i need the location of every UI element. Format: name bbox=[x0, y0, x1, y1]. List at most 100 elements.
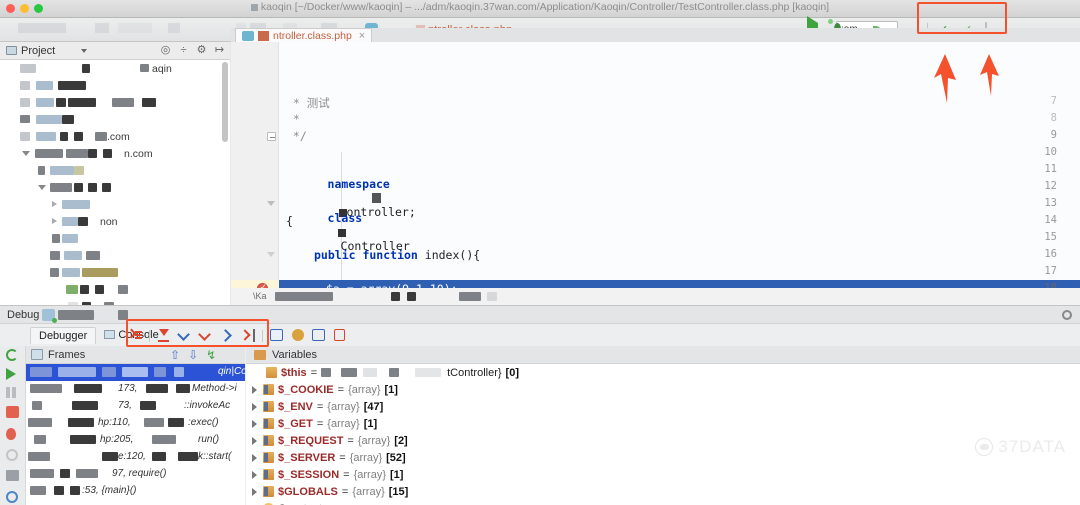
variable-row[interactable]: $this = tController} [0] bbox=[246, 364, 1080, 381]
step-over-icon[interactable] bbox=[157, 329, 171, 342]
locate-icon[interactable]: ◎ bbox=[160, 45, 171, 56]
frame-row[interactable]: :53, {main}() bbox=[26, 483, 245, 500]
editor-status-strip: \Ka bbox=[231, 288, 1080, 305]
tree-item[interactable] bbox=[0, 196, 230, 213]
variable-row[interactable]: c Constants bbox=[246, 500, 1080, 505]
variable-row[interactable]: $_SESSION = {array} [1] bbox=[246, 466, 1080, 483]
settings-gear-icon[interactable] bbox=[1062, 310, 1072, 320]
restore-layout-icon[interactable] bbox=[6, 470, 21, 484]
ide-window: kaoqin [~/Docker/www/kaoqin] – .../adm/k… bbox=[0, 0, 1080, 505]
variable-row[interactable]: $_ENV = {array} [47] bbox=[246, 398, 1080, 415]
tree-item[interactable] bbox=[0, 264, 230, 281]
project-icon bbox=[251, 4, 258, 11]
frame-row[interactable]: hp:110, :exec() bbox=[26, 415, 245, 432]
fold-collapse-icon[interactable] bbox=[267, 132, 276, 141]
variable-row[interactable]: $_COOKIE = {array} [1] bbox=[246, 381, 1080, 398]
expand-arrow-icon[interactable] bbox=[252, 488, 257, 496]
frame-row[interactable]: qin|Con bbox=[26, 364, 245, 381]
hide-panel-icon[interactable]: ↦ bbox=[214, 45, 225, 56]
navbar-redaction bbox=[168, 23, 180, 33]
collapse-all-icon[interactable]: ÷ bbox=[178, 45, 189, 56]
mute-breakpoints-icon[interactable] bbox=[6, 449, 21, 463]
project-view-icon bbox=[6, 46, 17, 55]
code-editor[interactable]: 7 * 测试 8 * 9 */ 10 11 namespace ontrolle… bbox=[231, 42, 1080, 305]
restore-layout-icon[interactable] bbox=[333, 329, 347, 342]
variables-panel-header: Variables bbox=[246, 346, 1080, 364]
frame-row[interactable]: 73, ::invokeAc bbox=[26, 398, 245, 415]
frames-title: Frames bbox=[48, 349, 85, 361]
editor-gutter[interactable] bbox=[231, 42, 279, 305]
view-breakpoints-icon[interactable] bbox=[6, 428, 21, 442]
frame-row[interactable]: e:120, k::start( bbox=[26, 449, 245, 466]
title-bar: kaoqin [~/Docker/www/kaoqin] – .../adm/k… bbox=[0, 0, 1080, 18]
variable-row[interactable]: $GLOBALS = {array} [15] bbox=[246, 483, 1080, 500]
frame-row[interactable]: 173, Method->i bbox=[26, 381, 245, 398]
variables-list[interactable]: $this = tController} [0] $_COOKIE = {arr… bbox=[246, 364, 1080, 505]
tree-item[interactable] bbox=[0, 247, 230, 264]
frame-up-icon[interactable]: ⇧ bbox=[170, 348, 180, 362]
frame-row[interactable]: 97, require() bbox=[26, 466, 245, 483]
tree-item[interactable] bbox=[0, 179, 230, 196]
editor-tab[interactable]: ntroller.class.php × bbox=[235, 28, 372, 43]
navbar-redaction bbox=[95, 23, 109, 33]
expand-arrow-icon[interactable] bbox=[252, 386, 257, 394]
run-to-cursor-icon[interactable] bbox=[241, 329, 255, 342]
force-step-into-icon[interactable] bbox=[199, 329, 213, 342]
chevron-down-icon[interactable] bbox=[81, 49, 87, 53]
resume-program-icon[interactable] bbox=[6, 368, 21, 382]
toolbar-divider bbox=[262, 330, 263, 342]
tree-item[interactable] bbox=[0, 281, 230, 298]
wechat-logo-icon bbox=[975, 438, 993, 456]
pause-program-icon[interactable] bbox=[6, 387, 21, 401]
tree-item[interactable]: non bbox=[0, 213, 230, 230]
editor-tab-label: ntroller.class.php bbox=[273, 30, 352, 42]
show-execution-point-icon[interactable] bbox=[128, 329, 142, 342]
evaluate-expression-icon[interactable] bbox=[270, 329, 284, 342]
expand-arrow-icon[interactable] bbox=[252, 403, 257, 411]
fold-expand-icon[interactable] bbox=[267, 252, 275, 257]
tree-item[interactable]: n.com bbox=[0, 145, 230, 162]
expand-arrow-icon[interactable] bbox=[252, 471, 257, 479]
expand-arrow-icon[interactable] bbox=[252, 437, 257, 445]
rerun-icon[interactable] bbox=[6, 349, 21, 363]
redacted-token bbox=[338, 229, 346, 237]
tree-item[interactable] bbox=[0, 77, 230, 94]
frames-toolbar: ⇧ ⇩ ↯ bbox=[170, 346, 245, 364]
project-tree[interactable]: aqin .com bbox=[0, 60, 230, 305]
project-panel-header: Project ◎ ÷ ⚙ ↦ bbox=[0, 42, 230, 60]
tree-item[interactable]: .com bbox=[0, 128, 230, 145]
frame-row[interactable]: hp:205, run() bbox=[26, 432, 245, 449]
frames-list[interactable]: qin|Con 173, Method->i 73, ::invokeAc bbox=[26, 364, 245, 505]
debug-window-header: Debug bbox=[0, 306, 1080, 324]
tree-item[interactable] bbox=[0, 111, 230, 128]
watermark-text: 37DATA bbox=[998, 437, 1066, 457]
variable-row[interactable]: $_GET = {array} [1] bbox=[246, 415, 1080, 432]
array-icon bbox=[263, 469, 274, 480]
tab-debugger[interactable]: Debugger bbox=[30, 327, 96, 344]
step-into-icon[interactable] bbox=[178, 329, 192, 342]
add-frame-icon[interactable]: ↯ bbox=[206, 348, 216, 362]
close-icon[interactable]: × bbox=[359, 30, 365, 42]
tree-item[interactable]: aqin bbox=[0, 60, 230, 77]
stop-icon[interactable] bbox=[6, 406, 21, 420]
tree-item[interactable] bbox=[0, 94, 230, 111]
view-breakpoints-icon[interactable] bbox=[312, 329, 326, 342]
frame-down-icon[interactable]: ⇩ bbox=[188, 348, 198, 362]
tree-item[interactable] bbox=[0, 298, 230, 305]
tree-item[interactable] bbox=[0, 230, 230, 247]
console-icon bbox=[104, 330, 115, 339]
expand-arrow-icon[interactable] bbox=[252, 454, 257, 462]
variable-row[interactable]: $_SERVER = {array} [52] bbox=[246, 449, 1080, 466]
settings-gear-icon[interactable]: ⚙ bbox=[196, 45, 207, 56]
toolbar-divider bbox=[149, 330, 150, 342]
mute-breakpoints-icon[interactable] bbox=[291, 329, 305, 342]
variable-row[interactable]: $_REQUEST = {array} [2] bbox=[246, 432, 1080, 449]
settings-icon[interactable] bbox=[6, 491, 21, 505]
tree-item[interactable] bbox=[0, 162, 230, 179]
step-out-icon[interactable] bbox=[220, 329, 234, 342]
code-line: * 测试 bbox=[286, 95, 1080, 111]
fold-expand-icon[interactable] bbox=[267, 201, 275, 206]
expand-arrow-icon[interactable] bbox=[252, 420, 257, 428]
editor-status-fragment: \Ka bbox=[253, 291, 267, 301]
variables-icon bbox=[254, 350, 266, 360]
